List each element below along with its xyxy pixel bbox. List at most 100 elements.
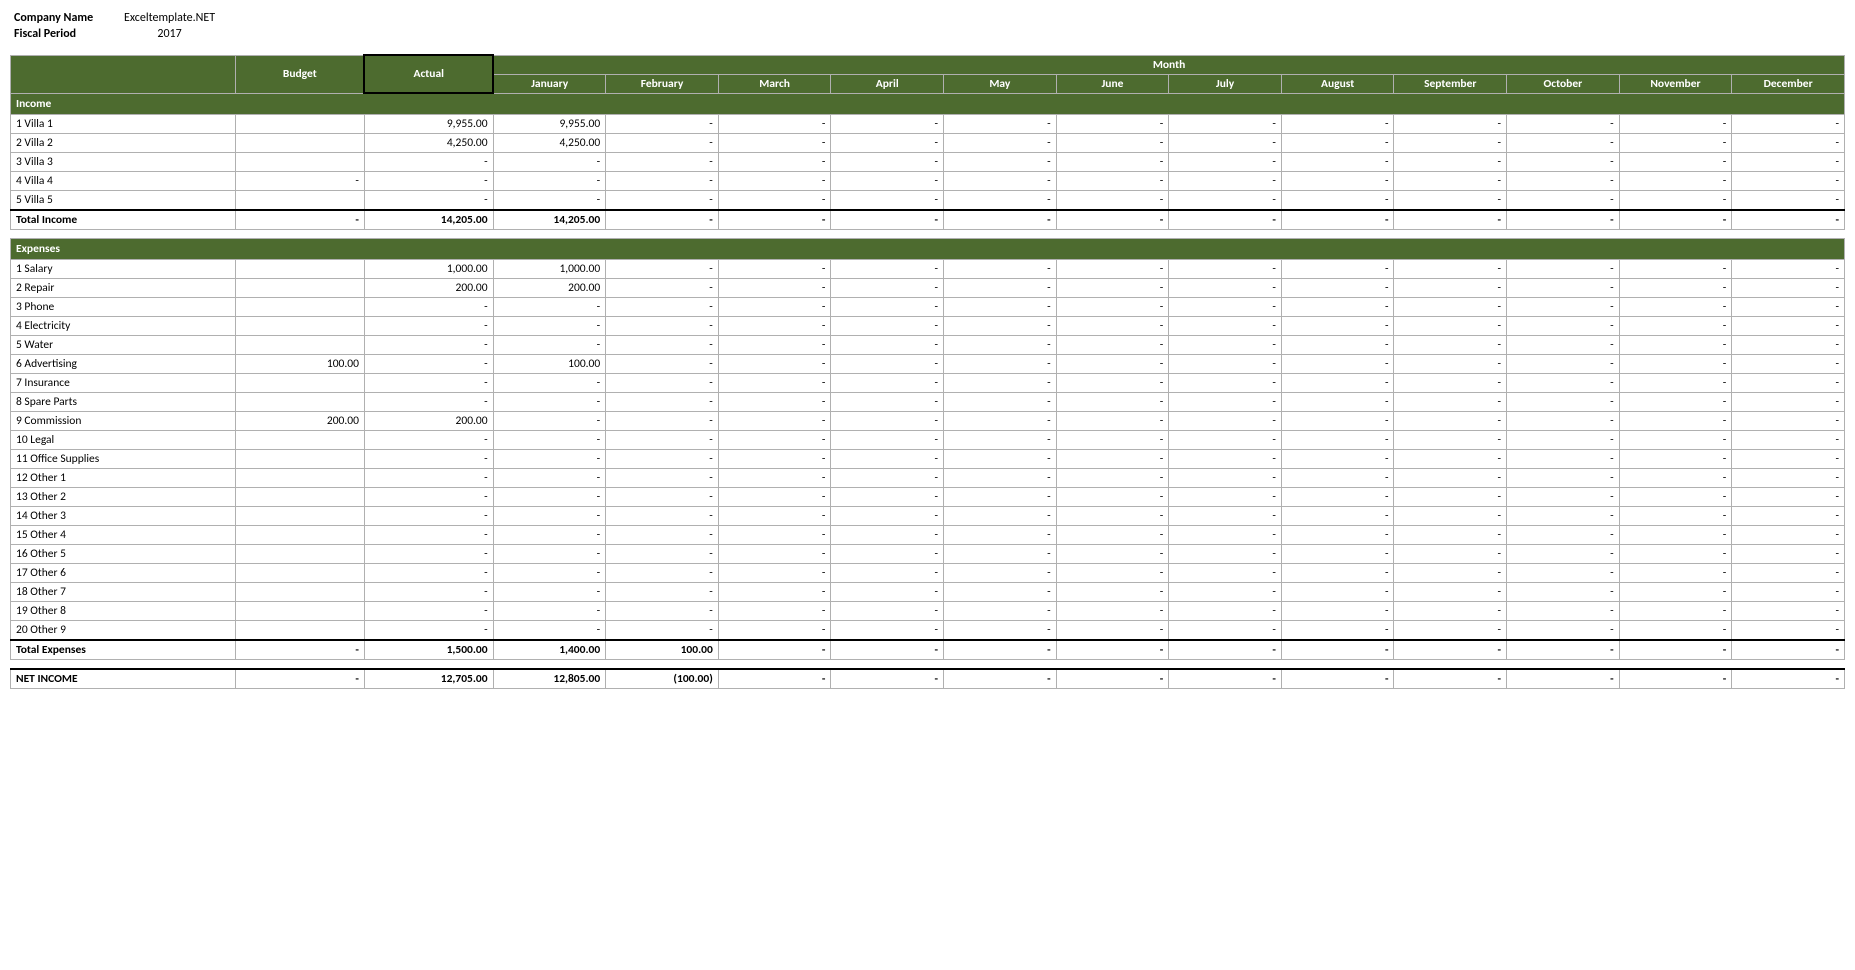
data-cell: - (1056, 153, 1169, 172)
data-cell: - (944, 374, 1057, 393)
data-cell: - (364, 172, 493, 191)
data-cell: - (606, 412, 719, 431)
data-cell: - (944, 412, 1057, 431)
data-cell: - (606, 260, 719, 279)
data-cell: - (364, 602, 493, 621)
data-cell: 14,205.00 (493, 210, 606, 230)
data-cell: - (364, 355, 493, 374)
data-cell (236, 153, 365, 172)
data-cell (236, 602, 365, 621)
data-cell: - (944, 602, 1057, 621)
data-cell: - (1169, 450, 1282, 469)
data-cell: - (718, 526, 831, 545)
data-cell: - (1619, 583, 1732, 602)
data-cell: - (606, 191, 719, 211)
data-cell: - (831, 526, 944, 545)
data-cell: - (364, 153, 493, 172)
data-cell: - (831, 602, 944, 621)
data-cell: - (1507, 545, 1620, 564)
data-cell (236, 336, 365, 355)
row-label: 7 Insurance (11, 374, 236, 393)
row-label: 20 Other 9 (11, 621, 236, 641)
jan-header: January (493, 74, 606, 93)
data-cell: - (831, 412, 944, 431)
data-cell: - (831, 336, 944, 355)
data-cell: - (718, 583, 831, 602)
data-cell: - (1507, 621, 1620, 641)
data-cell: - (1056, 412, 1169, 431)
data-cell: - (1394, 488, 1507, 507)
data-cell: - (1394, 374, 1507, 393)
data-cell: - (1619, 374, 1732, 393)
data-cell: - (1169, 640, 1282, 660)
data-cell: - (718, 412, 831, 431)
data-cell (236, 526, 365, 545)
data-cell: - (1169, 115, 1282, 134)
data-cell: - (1732, 431, 1845, 450)
data-cell: - (493, 602, 606, 621)
company-value: Exceltemplate.NET (120, 10, 219, 26)
data-cell: - (1507, 393, 1620, 412)
data-cell (236, 260, 365, 279)
data-cell: - (493, 583, 606, 602)
data-cell: - (1619, 545, 1732, 564)
data-cell: - (1394, 564, 1507, 583)
data-cell: - (606, 564, 719, 583)
data-cell: - (1732, 621, 1845, 641)
data-cell: - (1281, 450, 1394, 469)
data-cell: - (831, 393, 944, 412)
data-cell: - (1056, 564, 1169, 583)
data-cell: - (606, 298, 719, 317)
data-cell: - (1507, 526, 1620, 545)
data-cell: - (944, 621, 1057, 641)
data-cell: - (1619, 564, 1732, 583)
data-cell: - (1619, 115, 1732, 134)
data-cell: - (1619, 336, 1732, 355)
data-cell: - (718, 279, 831, 298)
data-cell: - (1281, 526, 1394, 545)
table-row: 5 Villa 5------------- (11, 191, 1845, 211)
data-cell: - (1732, 374, 1845, 393)
data-cell: - (1619, 317, 1732, 336)
table-row: 5 Water------------- (11, 336, 1845, 355)
data-cell: - (1732, 210, 1845, 230)
row-label: 3 Phone (11, 298, 236, 317)
data-cell: - (831, 374, 944, 393)
data-cell: - (1056, 172, 1169, 191)
mar-header: March (718, 74, 831, 93)
data-cell: - (1169, 545, 1282, 564)
data-cell: - (493, 298, 606, 317)
data-cell: - (1056, 134, 1169, 153)
data-cell: - (1619, 526, 1732, 545)
data-cell (236, 469, 365, 488)
data-cell: - (1732, 507, 1845, 526)
data-cell: - (718, 172, 831, 191)
data-cell: - (944, 115, 1057, 134)
data-cell: - (1507, 564, 1620, 583)
data-cell: - (718, 450, 831, 469)
data-cell: - (1281, 298, 1394, 317)
data-cell: - (364, 564, 493, 583)
data-cell: - (1732, 115, 1845, 134)
data-cell (236, 298, 365, 317)
data-cell: - (1507, 412, 1620, 431)
data-cell: - (831, 488, 944, 507)
data-cell: - (944, 191, 1057, 211)
row-label: 19 Other 8 (11, 602, 236, 621)
data-cell: - (944, 450, 1057, 469)
data-cell: - (1169, 172, 1282, 191)
aug-header: August (1281, 74, 1394, 93)
data-cell: - (1169, 583, 1282, 602)
data-cell: - (944, 336, 1057, 355)
data-cell: - (364, 507, 493, 526)
data-cell: - (606, 393, 719, 412)
data-cell: - (831, 469, 944, 488)
data-cell: - (493, 507, 606, 526)
data-cell: - (1056, 393, 1169, 412)
table-row: 10 Legal------------- (11, 431, 1845, 450)
data-cell: - (1507, 134, 1620, 153)
data-cell: - (1507, 669, 1620, 689)
data-cell: - (606, 602, 719, 621)
data-cell: - (1619, 469, 1732, 488)
data-cell: - (1394, 355, 1507, 374)
